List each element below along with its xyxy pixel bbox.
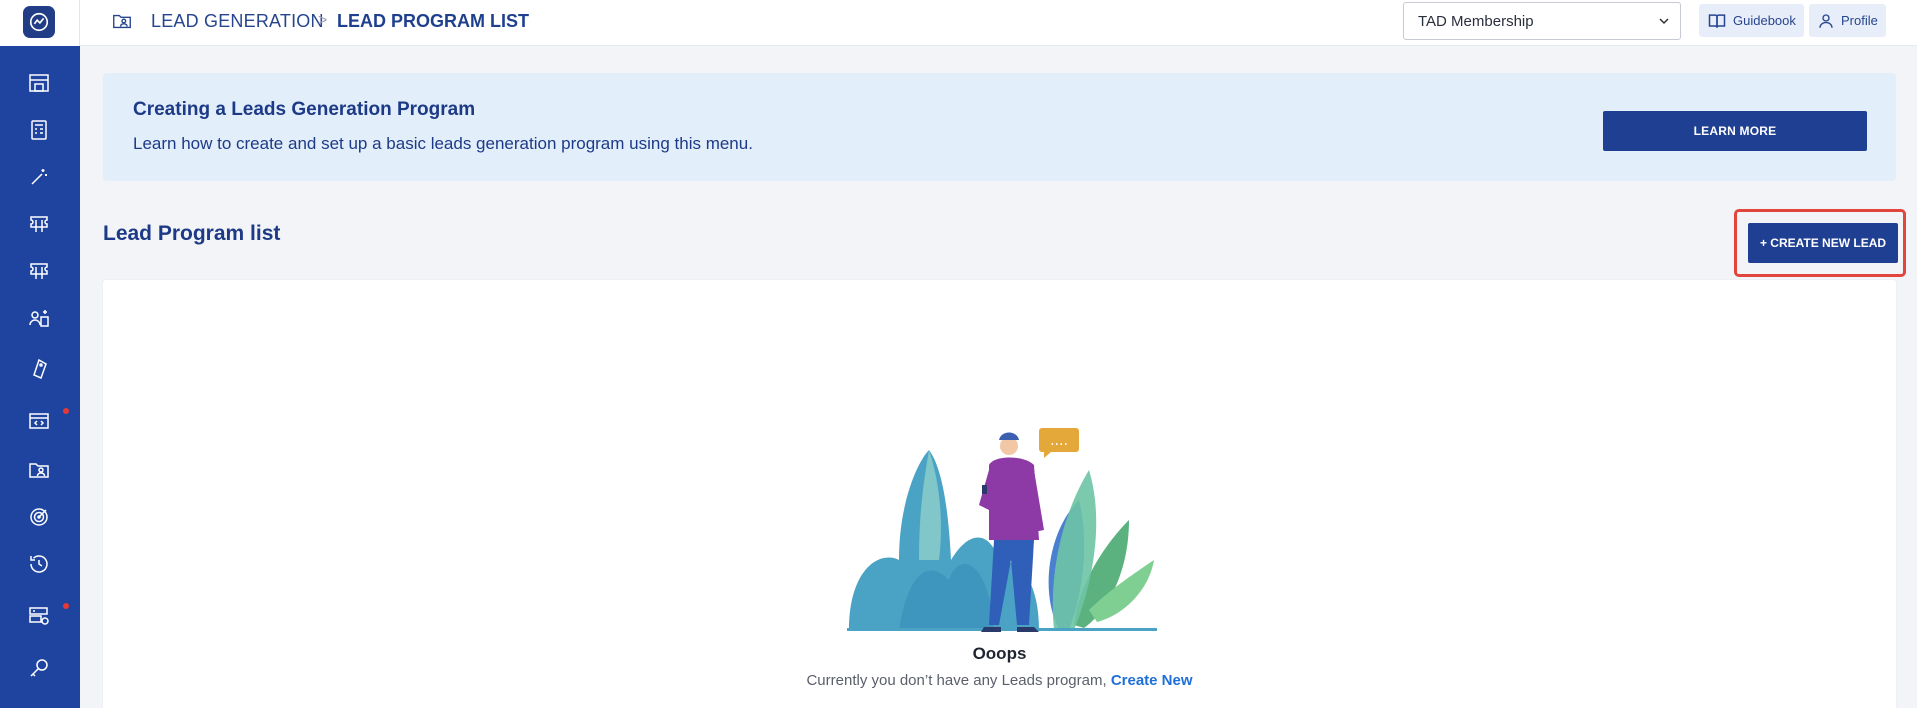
membership-select[interactable]: TAD Membership — [1403, 2, 1681, 40]
user-icon — [1819, 13, 1833, 28]
profile-button[interactable]: Profile — [1809, 4, 1886, 37]
server-settings-icon[interactable] — [26, 603, 52, 629]
create-new-link[interactable]: Create New — [1111, 672, 1193, 689]
guidebook-label: Guidebook — [1733, 13, 1796, 28]
notification-dot — [63, 408, 69, 414]
breadcrumb-lead-generation[interactable]: LEAD GENERATION — [151, 11, 324, 32]
history-icon[interactable] — [26, 551, 52, 577]
store-icon[interactable] — [26, 70, 52, 96]
folder-user-icon — [111, 10, 133, 32]
logo-area — [0, 0, 80, 46]
target-icon[interactable] — [26, 504, 52, 530]
breadcrumb-current: LEAD PROGRAM LIST — [337, 11, 529, 31]
empty-state-illustration: .... — [847, 428, 1157, 632]
user-board-icon[interactable] — [26, 306, 52, 332]
code-window-icon[interactable] — [26, 408, 52, 434]
top-bar: LEAD GENERATION > LEAD PROGRAM LIST TAD … — [80, 0, 1917, 46]
notification-dot — [63, 603, 69, 609]
create-new-lead-button[interactable]: + CREATE NEW LEAD — [1748, 223, 1898, 263]
magic-wand-icon[interactable] — [26, 164, 52, 190]
guidebook-button[interactable]: Guidebook — [1699, 4, 1804, 37]
learn-more-button[interactable]: LEARN MORE — [1603, 111, 1867, 151]
banner-title: Creating a Leads Generation Program — [133, 99, 476, 120]
tag-icon[interactable] — [26, 356, 52, 382]
app-logo[interactable] — [23, 6, 55, 38]
page-title: Lead Program list — [103, 222, 281, 245]
empty-state-text: Currently you don’t have any Leads progr… — [103, 672, 1896, 689]
ticket-alt-icon[interactable] — [26, 258, 52, 284]
calculator-icon[interactable] — [26, 117, 52, 143]
empty-state-message: Currently you don’t have any Leads progr… — [806, 672, 1111, 689]
lead-list-panel: .... Ooops Currently you don’t have any … — [103, 280, 1896, 708]
speech-bubble-dots: .... — [1050, 433, 1068, 449]
folder-user-icon[interactable] — [26, 457, 52, 483]
chevron-down-icon — [1659, 18, 1669, 25]
breadcrumb-separator: > — [318, 12, 328, 29]
key-icon[interactable] — [26, 655, 52, 681]
empty-state-title: Ooops — [972, 644, 1027, 663]
profile-label: Profile — [1841, 13, 1878, 28]
membership-select-value: TAD Membership — [1418, 13, 1534, 30]
info-banner: Creating a Leads Generation Program Lear… — [103, 73, 1896, 181]
book-icon — [1708, 13, 1726, 28]
sidebar — [0, 0, 80, 708]
banner-description: Learn how to create and set up a basic l… — [133, 134, 753, 153]
ticket-icon[interactable] — [26, 211, 52, 237]
